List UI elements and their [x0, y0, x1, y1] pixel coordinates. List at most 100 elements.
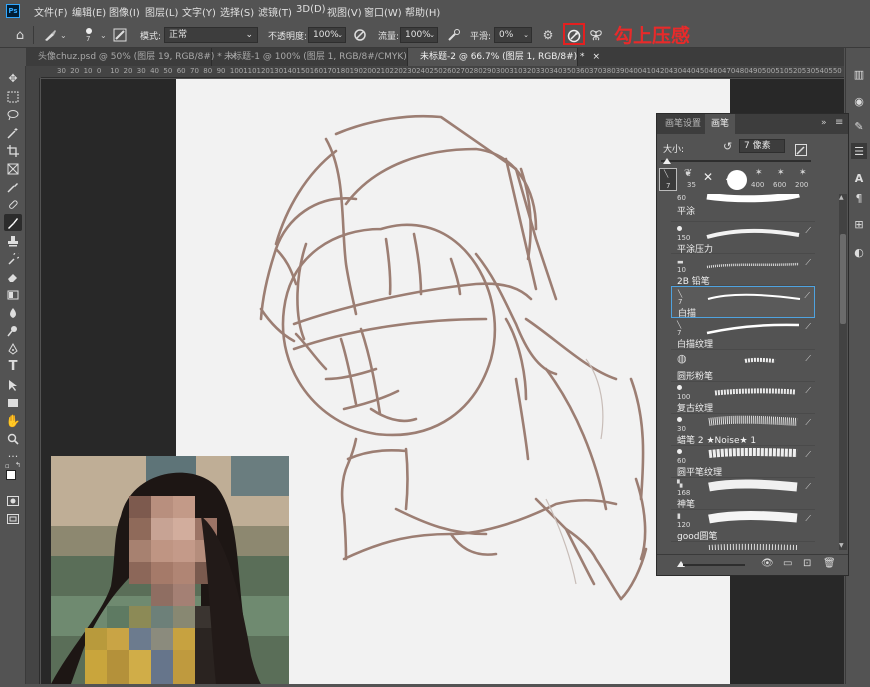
- folder-icon[interactable]: ▭: [783, 558, 792, 569]
- panel-menu-icon[interactable]: ≡: [835, 117, 843, 128]
- frame-tool-icon[interactable]: [4, 160, 22, 177]
- menu-layer[interactable]: 图层(L): [145, 4, 178, 19]
- healing-brush-tool-icon[interactable]: [4, 196, 22, 213]
- move-tool-icon[interactable]: ✥: [4, 70, 22, 87]
- edit-brush-icon[interactable]: ⟋: [805, 322, 811, 332]
- edit-brush-icon[interactable]: ⟋: [805, 450, 811, 460]
- edit-brush-icon[interactable]: ⟋: [805, 386, 811, 396]
- brush-tool-icon[interactable]: [4, 214, 22, 231]
- color-icon[interactable]: ◐: [851, 244, 867, 260]
- hand-tool-icon[interactable]: ✋: [4, 412, 22, 429]
- home-icon[interactable]: ⌂: [12, 27, 28, 43]
- list-item[interactable]: ▮ 120 good圆笔 ⟋: [671, 510, 815, 542]
- gradient-tool-icon[interactable]: [4, 286, 22, 303]
- new-brush-icon[interactable]: ⊡: [803, 558, 811, 569]
- edit-brush-icon[interactable]: ⟋: [805, 418, 811, 428]
- layers-icon[interactable]: ▥: [851, 66, 867, 82]
- eye-icon[interactable]: 👁: [761, 558, 774, 569]
- preview-size-slider[interactable]: [683, 564, 745, 566]
- edit-brush-icon[interactable]: ⟋: [805, 482, 811, 492]
- reset-icon[interactable]: ↺: [723, 140, 732, 153]
- round-brush-icon[interactable]: [727, 170, 747, 190]
- scroll-down-icon[interactable]: ▼: [839, 542, 844, 549]
- preset-brush[interactable]: ✶ 400: [749, 168, 771, 191]
- path-selection-tool-icon[interactable]: [4, 376, 22, 393]
- crop-tool-icon[interactable]: [4, 142, 22, 159]
- preset-brush[interactable]: ✶ 200: [793, 168, 815, 191]
- tab-document-3[interactable]: 未标题-2 @ 66.7% (图层 1, RGB/8#) * ×: [408, 48, 600, 66]
- list-item[interactable]: 60 圆平笔纹理 ⟋: [671, 446, 815, 478]
- list-item[interactable]: 150 平涂压力 ⟋: [671, 222, 815, 255]
- lasso-tool-icon[interactable]: [4, 106, 22, 123]
- menu-edit[interactable]: 编辑(E): [72, 4, 106, 19]
- size-field[interactable]: 7 像素: [739, 139, 785, 153]
- size-slider-handle[interactable]: [663, 158, 671, 164]
- list-item[interactable]: [671, 542, 815, 550]
- magic-wand-tool-icon[interactable]: [4, 124, 22, 141]
- size-slider[interactable]: [661, 160, 811, 162]
- chevron-down-icon[interactable]: ⌄: [60, 31, 67, 40]
- list-item-selected[interactable]: ╲ 7 白描 ⟋: [671, 286, 815, 319]
- adjustments-icon[interactable]: ◉: [851, 93, 867, 109]
- menu-view[interactable]: 视图(V): [327, 4, 362, 19]
- list-item[interactable]: 100 复古纹理 ⟋: [671, 382, 815, 414]
- brush-settings-icon[interactable]: ☰: [851, 143, 867, 159]
- menu-help[interactable]: 帮助(H): [405, 4, 440, 19]
- default-colors-icon[interactable]: ▫: [5, 462, 10, 470]
- scroll-up-icon[interactable]: ▲: [839, 194, 844, 201]
- brush-settings-panel-icon[interactable]: [112, 27, 128, 43]
- blur-tool-icon[interactable]: [4, 304, 22, 321]
- chevron-down-icon[interactable]: ⌄: [100, 31, 107, 40]
- edit-brush-icon[interactable]: ⟋: [805, 226, 811, 236]
- menu-image[interactable]: 图像(I): [109, 4, 140, 19]
- tab-brush-settings[interactable]: 画笔设置: [659, 114, 707, 134]
- flow-field[interactable]: 100% ⌄: [400, 27, 438, 43]
- clone-stamp-tool-icon[interactable]: [4, 232, 22, 249]
- smoothing-field[interactable]: 0% ⌄: [494, 27, 532, 43]
- list-item[interactable]: ╲ 7 白描纹理 ⟋: [671, 318, 815, 350]
- preset-brush[interactable]: ❦ 35: [679, 168, 701, 191]
- preset-brush[interactable]: ╲ 7: [659, 168, 677, 191]
- list-item[interactable]: ▚ 168 神笔 ⟋: [671, 478, 815, 510]
- paragraph-icon[interactable]: ¶: [851, 190, 867, 206]
- menu-type[interactable]: 文字(Y): [182, 4, 216, 19]
- new-brush-icon[interactable]: [795, 144, 807, 156]
- edit-brush-icon[interactable]: ⟋: [805, 514, 811, 524]
- brush-panel-icon[interactable]: ✎: [851, 118, 867, 134]
- menu-3d[interactable]: 3D(D): [296, 4, 326, 15]
- edit-brush-icon[interactable]: ⟋: [804, 291, 810, 301]
- marquee-tool-icon[interactable]: [4, 88, 22, 105]
- rectangle-tool-icon[interactable]: [4, 394, 22, 411]
- mode-select[interactable]: 正常 ⌄: [164, 27, 258, 43]
- symmetry-butterfly-icon[interactable]: [588, 27, 604, 43]
- tab-document-1[interactable]: 头像chuz.psd @ 50% (图层 19, RGB/8#) * ×: [26, 48, 237, 66]
- trash-icon[interactable]: 🗑: [823, 558, 836, 569]
- tab-brushes[interactable]: 画笔: [705, 114, 736, 134]
- close-icon[interactable]: ×: [593, 52, 601, 62]
- opacity-field[interactable]: 100% ⌄: [308, 27, 346, 43]
- menu-select[interactable]: 选择(S): [220, 4, 254, 19]
- pen-tool-icon[interactable]: [4, 340, 22, 357]
- menu-file[interactable]: 文件(F): [34, 4, 68, 19]
- menu-window[interactable]: 窗口(W): [364, 4, 402, 19]
- gear-icon[interactable]: ⚙: [540, 27, 556, 43]
- menu-filter[interactable]: 滤镜(T): [258, 4, 292, 19]
- scatter-brush-icon[interactable]: ✕: [703, 170, 723, 190]
- list-item[interactable]: 60 平涂: [671, 194, 815, 222]
- eyedropper-tool-icon[interactable]: [4, 178, 22, 195]
- brush-tool-preset-icon[interactable]: [42, 27, 58, 43]
- list-item[interactable]: 30 蜡笔 2 ★Noise★ 1 ⟋: [671, 414, 815, 446]
- list-item[interactable]: ▬ 10 2B 铅笔 ⟋: [671, 254, 815, 287]
- swap-colors-icon[interactable]: ↰: [15, 461, 21, 469]
- opacity-pressure-icon[interactable]: [352, 27, 368, 43]
- character-icon[interactable]: A: [851, 170, 867, 186]
- edit-brush-icon[interactable]: ⟋: [805, 354, 811, 364]
- edit-brush-icon[interactable]: ⟋: [805, 258, 811, 268]
- foreground-color-swatch[interactable]: [6, 470, 16, 480]
- eraser-tool-icon[interactable]: [4, 268, 22, 285]
- scrollbar-thumb[interactable]: [840, 234, 846, 324]
- screen-mode-icon[interactable]: [4, 510, 22, 527]
- history-brush-tool-icon[interactable]: [4, 250, 22, 267]
- list-item[interactable]: ◍ 圆形粉笔 ⟋: [671, 350, 815, 382]
- airbrush-icon[interactable]: [446, 27, 462, 43]
